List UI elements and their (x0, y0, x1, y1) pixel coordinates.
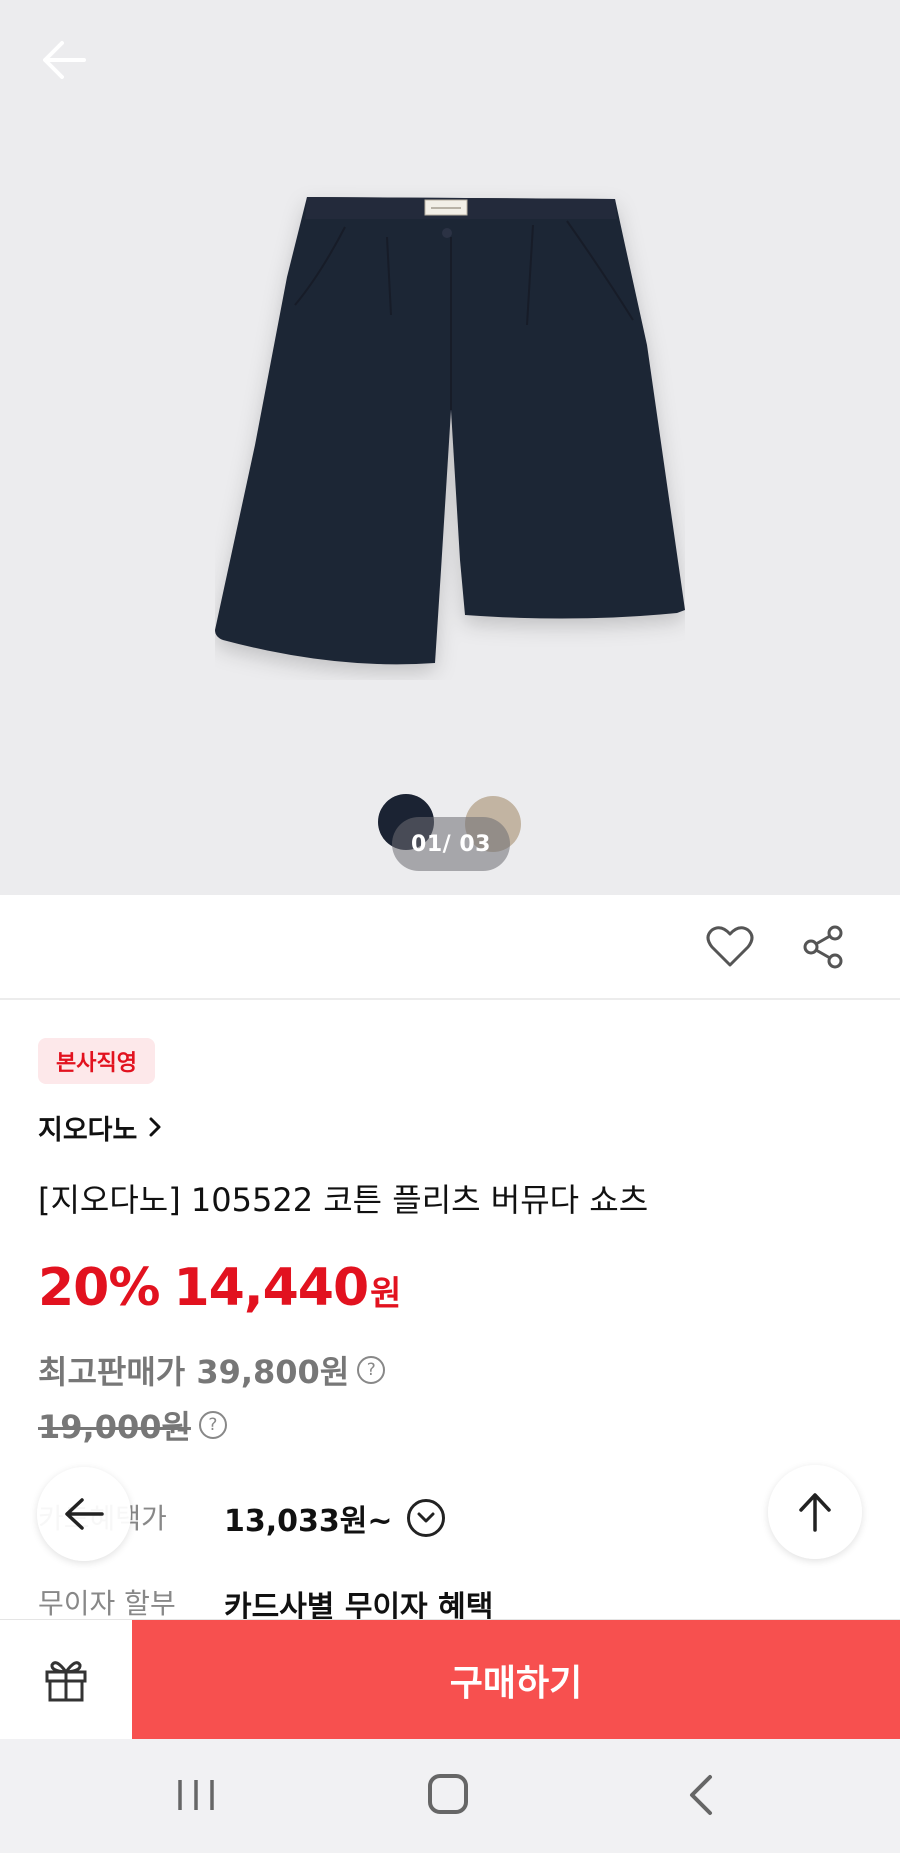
brand-link[interactable]: 지오다노 (38, 1108, 163, 1146)
purchase-bar: 구매하기 (0, 1619, 900, 1740)
recent-apps-icon[interactable] (176, 1775, 216, 1815)
sale-price-row: 20% 14,440 원 (38, 1258, 401, 1328)
installment-label: 무이자 할부 (38, 1587, 176, 1620)
share-icon[interactable] (800, 923, 848, 971)
max-price: 최고판매가 39,800원 (38, 1353, 350, 1391)
price-unit: 원 (370, 1274, 402, 1314)
buy-button[interactable]: 구매하기 (132, 1620, 900, 1740)
card-benefit-price: 13,033원~ (224, 1504, 393, 1539)
gift-button[interactable] (0, 1620, 132, 1740)
card-benefit-value[interactable]: 13,033원~ (224, 1496, 445, 1540)
original-price: 19,000원 (38, 1408, 191, 1446)
system-navigation-bar (0, 1739, 900, 1853)
sale-price: 14,440 (173, 1258, 369, 1318)
chevron-right-icon (149, 1117, 161, 1137)
max-price-row: 최고판매가 39,800원 ? (38, 1348, 386, 1392)
product-title: [지오다노] 105522 코튼 플리츠 버뮤다 쇼츠 (38, 1181, 649, 1219)
arrow-left-icon (65, 1498, 104, 1530)
heart-icon[interactable] (706, 925, 754, 969)
chevron-down-icon[interactable] (406, 1499, 445, 1537)
home-icon[interactable] (428, 1774, 468, 1814)
product-shorts-image (215, 197, 685, 665)
brand-name: 지오다노 (38, 1114, 138, 1146)
original-price-row: 19,000원 ? (38, 1403, 227, 1447)
gift-icon (45, 1661, 87, 1702)
product-image-gallery[interactable]: 01/ 03 (0, 0, 900, 895)
back-arrow-icon[interactable] (36, 34, 96, 86)
help-icon[interactable]: ? (357, 1356, 386, 1384)
back-float-button[interactable] (37, 1467, 131, 1561)
official-store-badge: 본사직영 (38, 1038, 155, 1084)
product-action-row (0, 895, 900, 1000)
image-page-counter: 01/ 03 (392, 817, 510, 871)
system-back-icon[interactable] (684, 1773, 718, 1817)
discount-rate: 20% (38, 1258, 160, 1318)
help-icon[interactable]: ? (198, 1411, 227, 1439)
arrow-up-icon (799, 1493, 831, 1532)
scroll-top-button[interactable] (768, 1465, 862, 1559)
